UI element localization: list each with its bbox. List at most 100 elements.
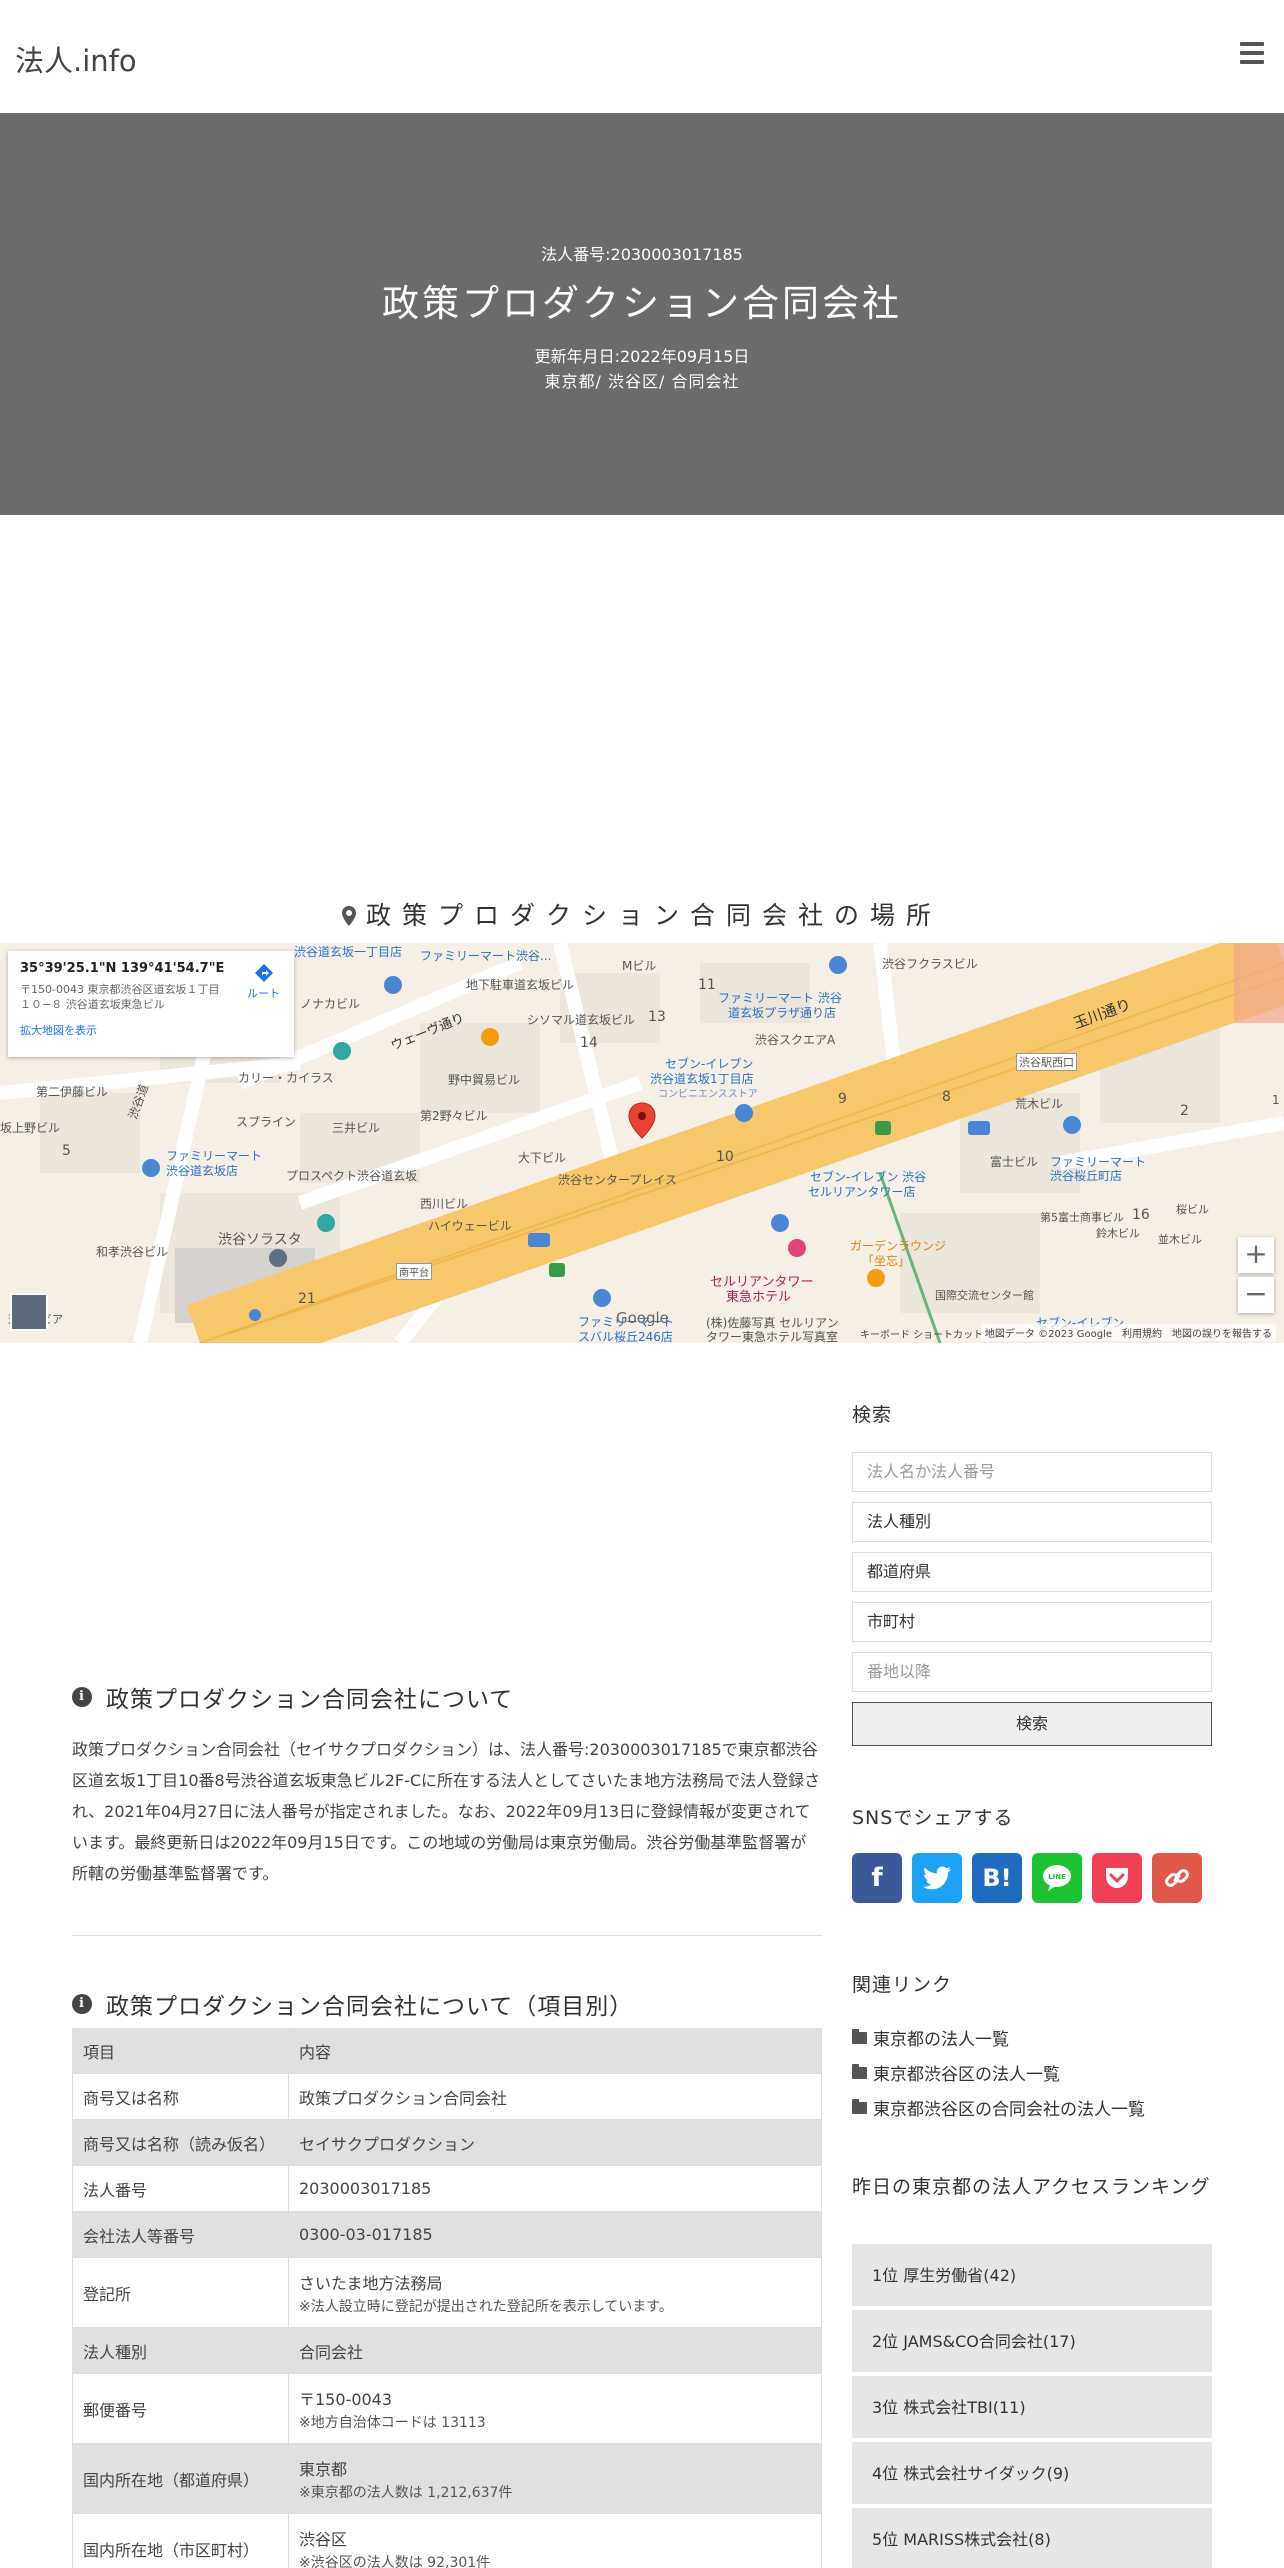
map-label: 西川ビル (420, 1197, 469, 1211)
map-label: 渋谷スクエアA (755, 1033, 836, 1047)
map-label: 16 (1132, 1207, 1150, 1223)
pocket-icon (1106, 1868, 1128, 1888)
table-cell-value: 東京都 ※東京都の法人数は 1,212,637件 (288, 2443, 822, 2514)
value-note: ※東京都の法人数は 1,212,637件 (299, 2484, 513, 2501)
map-label: 渋谷駅西口 (1016, 1053, 1077, 1071)
map-label: ファミリーマート渋谷... (420, 949, 552, 963)
street-view-thumbnail[interactable] (10, 1293, 48, 1331)
table-cell-key: 国内所在地（都道府県） (72, 2443, 289, 2514)
map-label: 道玄坂プラザ通り店 (728, 1006, 837, 1020)
twitter-icon (923, 1866, 951, 1890)
folder-icon (852, 2063, 867, 2079)
map-label: 鈴木ビル (1096, 1227, 1140, 1240)
updated-date: 更新年月日:2022年09月15日 (534, 347, 750, 366)
city-select[interactable]: 市町村 (852, 1602, 1212, 1642)
map-label: カリー・カイラス (238, 1071, 334, 1085)
map-label: 渋谷ソラスタ (218, 1232, 302, 1248)
map-label: 21 (298, 1291, 316, 1307)
map-label: 渋谷道玄坂一丁目店 (294, 945, 403, 959)
details-title-text: 政策プロダクション合同会社について（項目別） (106, 1994, 634, 2020)
map-label: 第二伊藤ビル (36, 1085, 109, 1099)
route-label: ルート (247, 987, 280, 1000)
map-label: プロスペクト渋谷道玄坂 (286, 1169, 418, 1183)
table-cell-key: 郵便番号 (72, 2373, 289, 2444)
table-cell-value: 内容 (288, 2028, 822, 2074)
map-label: 渋谷桜丘町店 (1050, 1169, 1123, 1183)
value-text: 東京都 (299, 2459, 348, 2479)
related-heading: 関連リンク (852, 1974, 953, 1996)
related-link[interactable]: 東京都渋谷区の合同会社の法人一覧 (852, 2095, 1145, 2120)
line-icon: LINE (1043, 1865, 1071, 1891)
map-label: 第2野々ビル (420, 1109, 488, 1123)
breadcrumb[interactable]: 東京都/ 渋谷区/ 合同会社 (0, 368, 1284, 392)
related-link[interactable]: 東京都渋谷区の法人一覧 (852, 2060, 1060, 2085)
map-label: 地下駐車道玄坂ビル (466, 978, 575, 992)
address-input[interactable]: 番地以降 (852, 1652, 1212, 1692)
line-label: LINE (1048, 1873, 1066, 1881)
about-text: 政策プロダクション合同会社（セイサクプロダクション）は、法人番号:2030003… (72, 1740, 821, 1883)
map-marker-icon (341, 906, 356, 926)
search-heading: 検索 (852, 1404, 893, 1426)
line-share-button[interactable]: LINE (1032, 1853, 1082, 1903)
table-cell-value: さいたま地方法務局 ※法人設立時に登記が提出された登記所を表示しています。 (288, 2257, 822, 2328)
map-attribution[interactable]: 地図データ ©2023 Google 利用規約 地図の誤りを報告する (980, 1324, 1276, 1341)
pocket-share-button[interactable]: P (1092, 1853, 1142, 1903)
details-title: i 政策プロダクション合同会社について（項目別） (72, 1987, 822, 2021)
about-title: i 政策プロダクション合同会社について (72, 1680, 822, 1714)
sns-section-title: SNSでシェアする (852, 1803, 1212, 1830)
map-label: 9 (838, 1091, 847, 1107)
name-search-input[interactable]: 法人名か法人番号 (852, 1452, 1212, 1492)
ranking-item[interactable]: 4位 株式会社サイダック(9) (852, 2442, 1212, 2506)
map-label: 10 (716, 1149, 734, 1165)
value-note: ※地方自治体コードは 13113 (299, 2414, 486, 2431)
bars-icon[interactable] (1240, 42, 1264, 64)
table-cell-key: 法人種別 (72, 2327, 289, 2374)
table-cell-key: 国内所在地（市区町村） (72, 2513, 289, 2568)
map-label: 5 (62, 1143, 71, 1159)
table-cell-value: 合同会社 (288, 2327, 822, 2374)
map-label: 第5富士商事ビル (1040, 1211, 1124, 1224)
site-logo[interactable]: 法人.info (15, 38, 137, 80)
enlarge-map-link[interactable]: 拡大地図を表示 (20, 1022, 282, 1038)
table-row: 登記所 さいたま地方法務局 ※法人設立時に登記が提出された登記所を表示しています。 (72, 2257, 822, 2328)
table-cell-key: 登記所 (72, 2257, 289, 2328)
ranking-item[interactable]: 1位 厚生労働省(42) (852, 2244, 1212, 2308)
table-row: 商号又は名称（読み仮名） セイサクプロダクション (72, 2119, 822, 2166)
route-button[interactable]: ルート (247, 963, 280, 1001)
ranking-item[interactable]: 5位 MARISS株式会社(8) (852, 2508, 1212, 2568)
google-map[interactable]: 渋谷道玄坂一丁目店 ファミリーマート渋谷... Mビル 渋谷フクラスビル ノナカ… (0, 943, 1284, 1343)
zoom-out-button[interactable]: − (1238, 1277, 1274, 1313)
copy-link-button[interactable]: ∞ (1152, 1853, 1202, 1903)
divider (72, 1935, 822, 1936)
facebook-share-button[interactable]: f (852, 1853, 902, 1903)
map-label: 和孝渋谷ビル (96, 1245, 169, 1259)
table-cell-value: セイサクプロダクション (288, 2119, 822, 2166)
prefecture-select[interactable]: 都道府県 (852, 1552, 1212, 1592)
hero-banner: 法人番号:2030003017185 政策プロダクション合同会社 更新年月日:2… (0, 113, 1284, 515)
ranking-section-title: 昨日の東京都の法人アクセスランキング (852, 2176, 1212, 2198)
table-row: 国内所在地（都道府県） 東京都 ※東京都の法人数は 1,212,637件 (72, 2443, 822, 2514)
related-link[interactable]: 東京都の法人一覧 (852, 2025, 1009, 2050)
map-label: 8 (942, 1089, 951, 1105)
page-title: 政策プロダクション合同会社 (382, 282, 902, 325)
map-label: スバル桜丘246店 (578, 1330, 673, 1343)
map-label: 国際交流センター館 (935, 1289, 1034, 1302)
search-button[interactable]: 検索 (852, 1702, 1212, 1746)
table-cell-value: 2030003017185 (288, 2165, 822, 2212)
keyboard-shortcuts-link[interactable]: キーボード ショートカット (860, 1326, 983, 1341)
map-label: 1 (1272, 1093, 1280, 1107)
top-bar: 法人.info (0, 0, 1284, 113)
ranking-item[interactable]: 3位 株式会社TBI(11) (852, 2376, 1212, 2440)
zoom-in-button[interactable]: + (1238, 1237, 1274, 1273)
ranking-item[interactable]: 2位 JAMS&CO合同会社(17) (852, 2310, 1212, 2374)
twitter-share-button[interactable]: t (912, 1853, 962, 1903)
map-address: 〒150-0043 東京都渋谷区道玄坂１丁目１０−８ 渋谷道玄坂東急ビル (20, 983, 220, 1011)
type-select[interactable]: 法人種別 (852, 1502, 1212, 1542)
map-heading-text: 政策プロダクション合同会社の場所 (365, 901, 942, 930)
table-row: 法人番号 2030003017185 (72, 2165, 822, 2212)
ranking-heading: 昨日の東京都の法人アクセスランキング (852, 2176, 1211, 2198)
hatena-share-button[interactable]: B! (972, 1853, 1022, 1903)
table-cell-value: 〒150-0043 ※地方自治体コードは 13113 (288, 2373, 822, 2444)
table-cell-key: 項目 (72, 2028, 289, 2074)
map-label: 桜ビル (1176, 1203, 1209, 1216)
